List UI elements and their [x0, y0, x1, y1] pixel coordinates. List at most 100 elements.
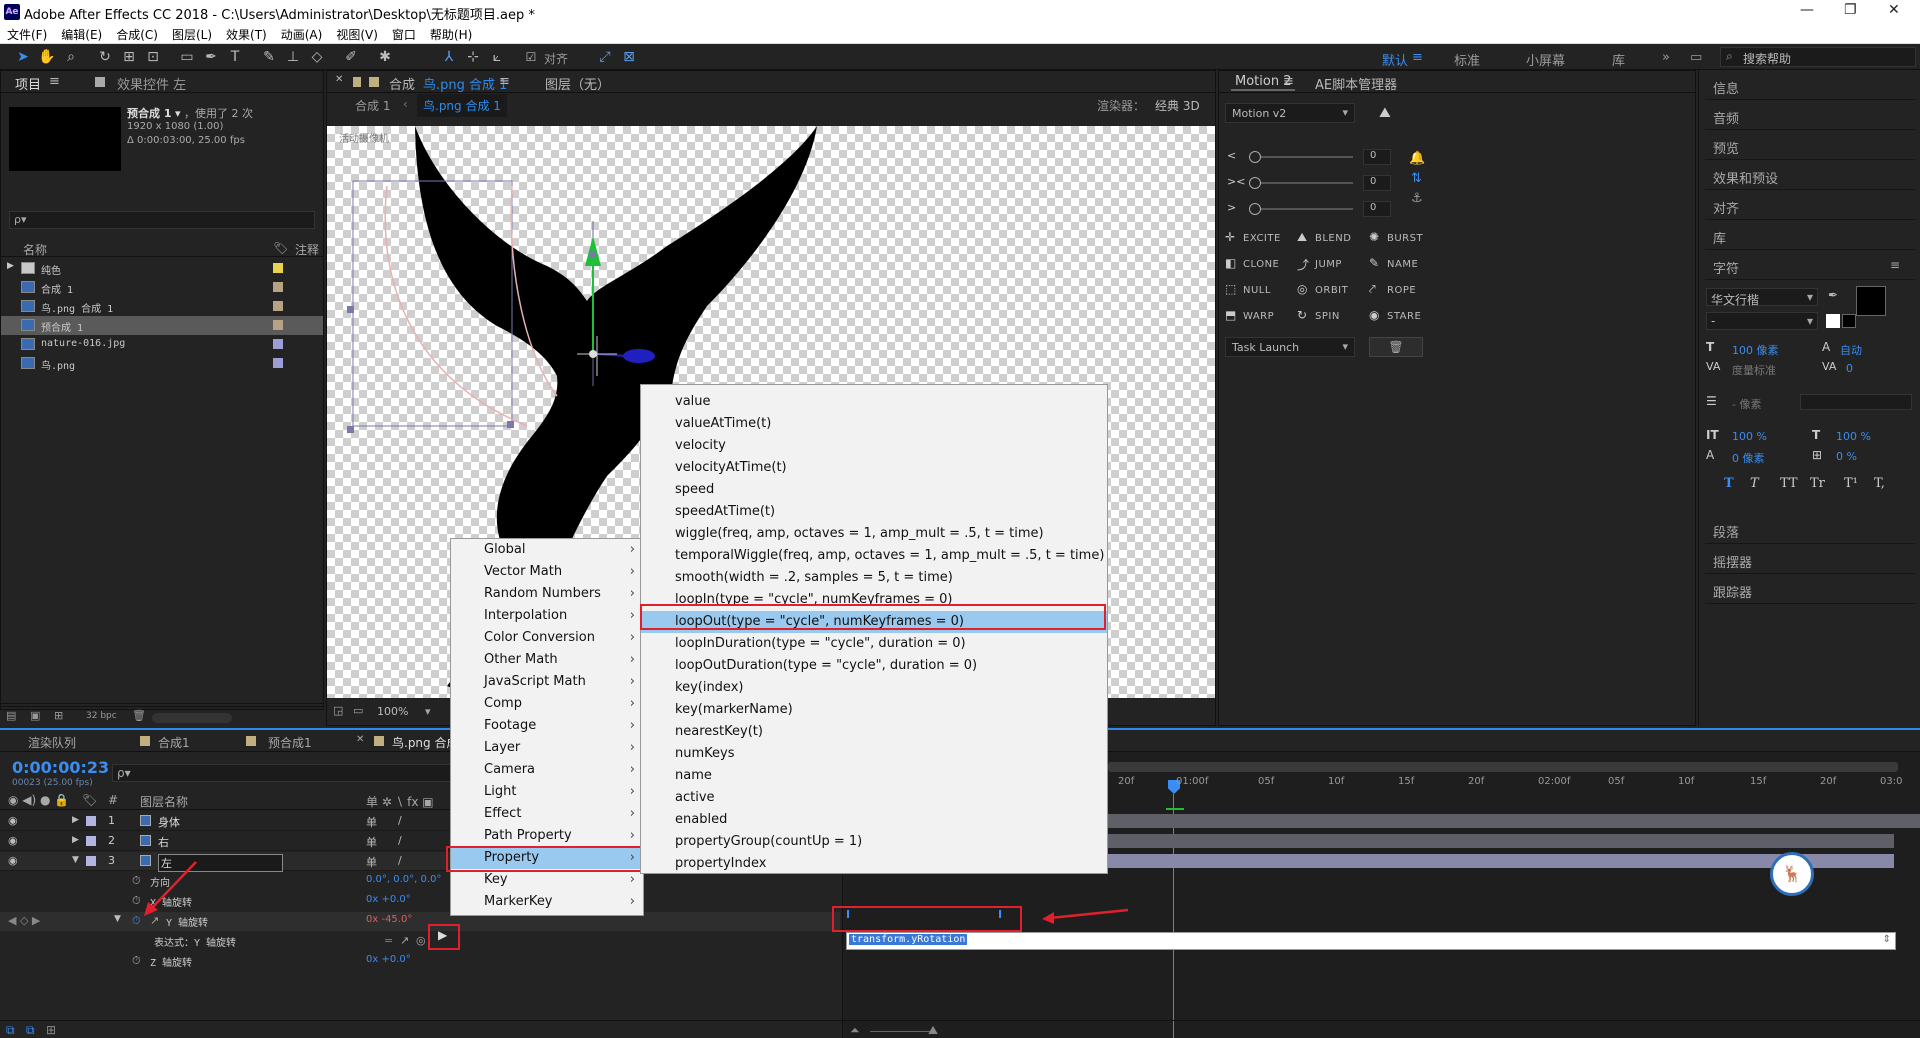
panel-9[interactable]: 跟踪器	[1713, 582, 1913, 601]
panel-2[interactable]: 预览	[1713, 138, 1913, 157]
panel-8[interactable]: 摇摆器	[1713, 552, 1913, 571]
toggle-inout-icon[interactable]: ⊞	[46, 1023, 56, 1037]
layer-name[interactable]: 身体	[158, 814, 180, 830]
menu-item-property[interactable]: numKeys	[641, 743, 1107, 765]
workspace-panel-icon[interactable]: ▭	[1690, 50, 1702, 65]
property-row[interactable]: ⏱ X 轴旋转 0x +0.0°	[0, 892, 840, 911]
visibility-eye-icon[interactable]: ◉	[8, 854, 18, 867]
slider-value[interactable]: 0	[1363, 201, 1391, 217]
snap-edges-icon[interactable]: ⤢	[596, 48, 614, 66]
property-value[interactable]: 0.0°, 0.0°, 0.0°	[366, 874, 441, 885]
tab-effect-controls[interactable]: 效果控件 左	[117, 74, 186, 93]
menu-layer[interactable]: 图层(L)	[165, 24, 219, 45]
font-size-value[interactable]: 100 像素	[1732, 342, 1779, 358]
small-caps-button[interactable]: Tr	[1810, 476, 1825, 491]
timeline-ruler-bar[interactable]	[1108, 762, 1898, 772]
character-menu-icon[interactable]: ≡	[1890, 258, 1900, 272]
col-layer-name[interactable]: 图层名称	[140, 793, 188, 810]
workspace-default[interactable]: 默认	[1382, 50, 1408, 69]
project-item-label-swatch[interactable]	[273, 301, 283, 311]
task-delete-button[interactable]: 🗑	[1369, 337, 1423, 357]
menu-item-category[interactable]: JavaScript Math ›	[451, 671, 643, 693]
vertical-scale-value[interactable]: 100 %	[1732, 430, 1767, 443]
bit-depth-label[interactable]: 32 bpc	[86, 711, 117, 721]
slider-handle[interactable]	[1249, 177, 1261, 189]
clone-stamp-tool-icon[interactable]: ⊥	[284, 48, 302, 66]
menu-composition[interactable]: 合成(C)	[109, 24, 165, 45]
slider-value[interactable]: 0	[1363, 175, 1391, 191]
property-row[interactable]: 表达式：Y 轴旋转 = ↗ ◎	[0, 932, 840, 951]
menu-item-property[interactable]: speedAtTime(t)	[641, 501, 1107, 523]
magnet-icon[interactable]: ⇅	[1411, 171, 1422, 186]
font-dropdown-icon[interactable]: ▾	[1807, 290, 1813, 304]
col-comment-header[interactable]: 注释	[295, 241, 319, 258]
slider-track[interactable]	[1249, 156, 1353, 158]
property-row[interactable]: ⏱ ◀ ◇ ▶ ▼ ↗ Y 轴旋转 0x -45.0°	[0, 912, 840, 931]
workspace-overflow-icon[interactable]: »	[1662, 50, 1670, 65]
menu-item-property[interactable]: velocity	[641, 435, 1107, 457]
menu-file[interactable]: 文件(F)	[0, 24, 54, 45]
menu-edit[interactable]: 编辑(E)	[54, 24, 109, 45]
all-caps-button[interactable]: TT	[1780, 476, 1798, 491]
style-dropdown-icon[interactable]: ▾	[1807, 314, 1813, 328]
renderer-value[interactable]: 经典 3D	[1155, 97, 1200, 114]
snap-features-icon[interactable]: ⊠	[620, 48, 638, 66]
layer-shy-switch-icon[interactable]: 单	[366, 814, 377, 830]
property-row[interactable]: ⏱ Z 轴旋转 0x +0.0°	[0, 952, 840, 971]
menu-item-category[interactable]: Other Math ›	[451, 649, 643, 671]
comp-tab-menu-icon[interactable]: ≡	[499, 74, 510, 89]
motion-name-button[interactable]: ✎ NAME	[1369, 255, 1439, 275]
hand-tool-icon[interactable]: ✋	[38, 48, 56, 66]
layer-label-swatch[interactable]	[86, 836, 96, 846]
panel-0[interactable]: 信息	[1713, 78, 1913, 97]
menu-item-property[interactable]: value	[641, 391, 1107, 413]
comp-tab-name[interactable]: 鸟.png 合成 1	[423, 74, 507, 93]
panel-7[interactable]: 段落	[1713, 522, 1913, 541]
faux-bold-button[interactable]: T	[1724, 476, 1734, 491]
project-search-input[interactable]: ρ▾	[14, 213, 27, 226]
expression-scroll-icon[interactable]: ⇕	[1883, 934, 1891, 945]
menu-item-property[interactable]: propertyIndex	[641, 853, 1107, 875]
superscript-button[interactable]: T¹	[1844, 476, 1858, 491]
black-swatch[interactable]	[1842, 314, 1856, 328]
anchor-icon[interactable]: ⚓	[1411, 191, 1423, 206]
subscript-button[interactable]: T,	[1874, 476, 1885, 491]
preset-dropdown-icon[interactable]: ▾	[1342, 106, 1348, 119]
menu-item-property[interactable]: key(index)	[641, 677, 1107, 699]
menu-item-property[interactable]: velocityAtTime(t)	[641, 457, 1107, 479]
layer-expand-icon[interactable]: ▶	[72, 815, 79, 825]
task-select[interactable]: Task Launch	[1232, 341, 1299, 354]
tab-precomp1[interactable]: 预合成1	[268, 734, 312, 751]
stroke-mode-select[interactable]	[1800, 394, 1912, 410]
visibility-eye-icon[interactable]: ◉	[8, 814, 18, 827]
baseline-value[interactable]: 0 像素	[1732, 450, 1765, 466]
menu-help[interactable]: 帮助(H)	[423, 24, 479, 45]
layer-expand-icon[interactable]: ▼	[72, 855, 79, 865]
menu-item-property[interactable]: smooth(width = .2, samples = 5, t = time…	[641, 567, 1107, 589]
expression-enable-icon[interactable]: =	[384, 934, 393, 947]
tab-project[interactable]: 项目	[15, 74, 41, 93]
tab-ae-script-manager[interactable]: AE脚本管理器	[1315, 74, 1397, 93]
panel-4[interactable]: 对齐	[1713, 198, 1913, 217]
world-axis-icon[interactable]: ⊹	[464, 48, 482, 66]
pen-tool-icon[interactable]: ✒	[202, 48, 220, 66]
motion-excite-button[interactable]: ✛ EXCITE	[1225, 229, 1295, 249]
menu-item-category[interactable]: Color Conversion ›	[451, 627, 643, 649]
menu-window[interactable]: 窗口	[385, 24, 423, 45]
motion-preset-select[interactable]: Motion v2	[1232, 107, 1286, 120]
menu-animation[interactable]: 动画(A)	[274, 24, 330, 45]
horizontal-scale-value[interactable]: 100 %	[1836, 430, 1871, 443]
minimize-icon[interactable]: —	[1800, 2, 1814, 18]
item-dropdown-icon[interactable]: ▾	[175, 107, 181, 120]
font-family-select[interactable]: 华文行楷	[1711, 291, 1759, 308]
menu-item-category[interactable]: Footage ›	[451, 715, 643, 737]
slider-handle[interactable]	[1249, 203, 1261, 215]
eyedropper-icon[interactable]: ✒	[1828, 288, 1838, 302]
menu-item-category[interactable]: Random Numbers ›	[451, 583, 643, 605]
layer-quality-switch-icon[interactable]: /	[398, 834, 402, 847]
menu-item-property[interactable]: nearestKey(t)	[641, 721, 1107, 743]
menu-item-property[interactable]: temporalWiggle(freq, amp, octaves = 1, a…	[641, 545, 1107, 567]
toggle-switches-icon[interactable]: ⧉	[6, 1023, 15, 1038]
kerning-value[interactable]: 度量标准	[1732, 362, 1776, 378]
menu-item-property[interactable]: wiggle(freq, amp, octaves = 1, amp_mult …	[641, 523, 1107, 545]
